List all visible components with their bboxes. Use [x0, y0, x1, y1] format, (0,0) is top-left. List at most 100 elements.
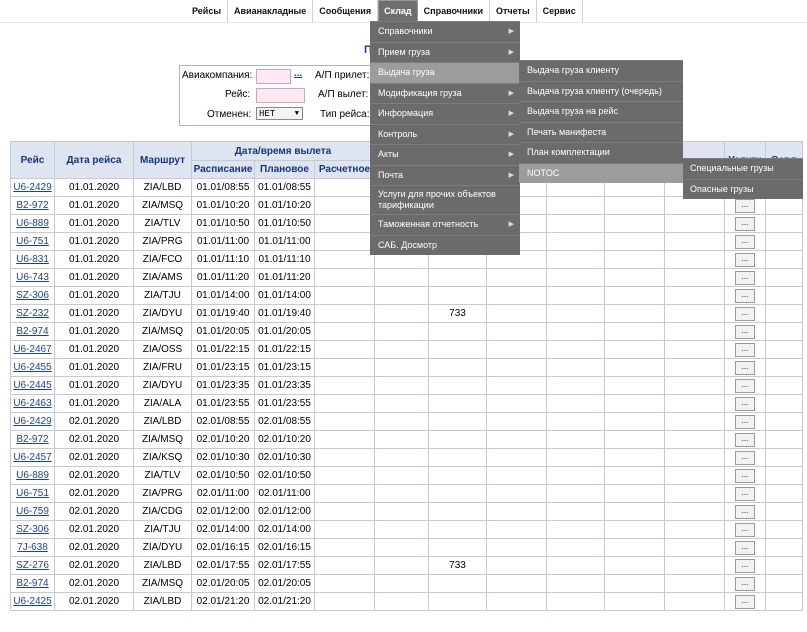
services-button[interactable]: ... — [735, 558, 755, 573]
flight-link[interactable]: SZ-306 — [16, 524, 49, 535]
airline-input[interactable] — [256, 69, 291, 84]
flight-link[interactable]: U6-2457 — [13, 452, 51, 463]
flight-link[interactable]: U6-889 — [16, 470, 49, 481]
col-header-date[interactable]: Дата рейса — [54, 141, 134, 179]
nav-item-5[interactable]: Отчеты — [490, 0, 537, 22]
ap-arrival-label: А/П прилет: — [315, 70, 370, 81]
flight-link[interactable]: U6-751 — [16, 488, 49, 499]
flight-link[interactable]: U6-831 — [16, 254, 49, 265]
flight-link[interactable]: B2-974 — [16, 578, 48, 589]
flight-link[interactable]: 7J-638 — [17, 542, 48, 553]
flight-link[interactable]: SZ-232 — [16, 308, 49, 319]
services-button[interactable]: ... — [735, 360, 755, 375]
services-button[interactable]: ... — [735, 324, 755, 339]
col-header-flight[interactable]: Рейс — [10, 141, 55, 179]
services-button[interactable]: ... — [735, 450, 755, 465]
menu-item-label: Услуги для прочих объектов тарификации — [378, 189, 496, 210]
flight-type-label: Тип рейса: — [320, 109, 370, 120]
services-button[interactable]: ... — [735, 378, 755, 393]
table-row: U6-2455 01.01.2020 ZIA/FRU 01.01/23:15 01.01… — [10, 358, 803, 377]
flight-input[interactable] — [256, 88, 305, 103]
flight-cell: SZ-232 — [10, 304, 55, 323]
menu-item-5[interactable]: Контроль ▶ — [370, 123, 520, 145]
services-button[interactable]: ... — [735, 270, 755, 285]
flight-link[interactable]: U6-759 — [16, 506, 49, 517]
estimated-cell — [314, 502, 375, 521]
services-button[interactable]: ... — [735, 306, 755, 321]
empty-cell — [546, 484, 605, 503]
menu-item-1[interactable]: Прием груза ▶ — [370, 41, 520, 63]
menu-item-4[interactable]: Информация ▶ — [370, 103, 520, 124]
nav-item-1[interactable]: Авианакладные — [228, 0, 314, 22]
menu-item-9[interactable]: Таможенная отчетность ▶ — [370, 214, 520, 235]
services-button[interactable]: ... — [735, 594, 755, 609]
menu-item-7[interactable]: Почта ▶ — [370, 164, 520, 186]
services-button[interactable]: ... — [735, 432, 755, 447]
services-button[interactable]: ... — [735, 486, 755, 501]
flight-link[interactable]: U6-751 — [16, 236, 49, 247]
flight-link[interactable]: B2-974 — [16, 326, 48, 337]
flight-link[interactable]: U6-2429 — [13, 182, 51, 193]
services-button[interactable]: ... — [735, 414, 755, 429]
flight-link[interactable]: U6-889 — [16, 218, 49, 229]
flight-link[interactable]: B2-972 — [16, 434, 48, 445]
route-cell: ZIA/AMS — [133, 268, 192, 287]
services-button[interactable]: ... — [735, 234, 755, 249]
flight-link[interactable]: U6-2445 — [13, 380, 51, 391]
services-cell: ... — [724, 430, 766, 449]
services-button[interactable]: ... — [735, 504, 755, 519]
flight-link[interactable]: U6-743 — [16, 272, 49, 283]
menu-item-3[interactable]: Модификация груза ▶ — [370, 82, 520, 104]
count-cell — [428, 538, 487, 557]
date-cell: 02.01.2020 — [54, 412, 134, 431]
notoc-submenu-item-0[interactable]: Специальные грузы — [683, 158, 803, 179]
services-button[interactable]: ... — [735, 576, 755, 591]
flight-link[interactable]: SZ-306 — [16, 290, 49, 301]
nav-item-3[interactable]: Склад — [378, 0, 418, 22]
planned-cell: 01.01/10:50 — [254, 214, 315, 233]
menu-item-2[interactable]: Выдача груза — [370, 62, 520, 83]
submenu-item-1[interactable]: Выдача груза клиенту (очередь) — [519, 80, 683, 102]
cancelled-select[interactable]: НЕТ ▼ — [256, 107, 303, 120]
submenu-item-0[interactable]: Выдача груза клиенту — [519, 60, 683, 81]
col-header-schedule[interactable]: Расписание — [191, 160, 255, 179]
services-button[interactable]: ... — [735, 540, 755, 555]
col-header-estimated[interactable]: Расчетное — [314, 160, 375, 179]
nav-item-0[interactable]: Рейсы — [186, 0, 229, 22]
submenu-item-5[interactable]: NOTOC — [519, 162, 683, 183]
airline-lookup-link[interactable]: ... — [294, 68, 302, 79]
table-row: B2-972 02.01.2020 ZIA/MSQ 02.01/10:20 02.01/… — [10, 430, 803, 449]
services-button[interactable]: ... — [735, 468, 755, 483]
flight-link[interactable]: U6-2429 — [13, 416, 51, 427]
services-button[interactable]: ... — [735, 288, 755, 303]
flight-link[interactable]: U6-2425 — [13, 596, 51, 607]
menu-item-8[interactable]: Услуги для прочих объектов тарификации — [370, 185, 520, 214]
col-header-planned[interactable]: Плановое — [254, 160, 315, 179]
empty-cell — [374, 448, 429, 467]
submenu-item-2[interactable]: Выдача груза на рейс — [519, 101, 683, 122]
flight-link[interactable]: SZ-276 — [16, 560, 49, 571]
services-button[interactable]: ... — [735, 396, 755, 411]
notoc-submenu-item-1[interactable]: Опасные грузы — [683, 178, 803, 200]
date-cell: 01.01.2020 — [54, 340, 134, 359]
menu-item-6[interactable]: Акты ▶ — [370, 144, 520, 165]
menu-item-0[interactable]: Справочники ▶ — [370, 21, 520, 42]
submenu-item-4[interactable]: План комплектации — [519, 142, 683, 163]
flight-link[interactable]: U6-2455 — [13, 362, 51, 373]
col-header-route[interactable]: Маршрут — [133, 141, 192, 179]
menu-item-label: Акты — [378, 149, 399, 159]
flight-link[interactable]: U6-2463 — [13, 398, 51, 409]
flight-link[interactable]: B2-972 — [16, 200, 48, 211]
services-button[interactable]: ... — [735, 522, 755, 537]
services-button[interactable]: ... — [735, 198, 755, 213]
nav-item-6[interactable]: Сервис — [537, 0, 583, 22]
nav-item-4[interactable]: Справочники — [418, 0, 491, 22]
services-button[interactable]: ... — [735, 342, 755, 357]
flight-link[interactable]: U6-2467 — [13, 344, 51, 355]
services-button[interactable]: ... — [735, 216, 755, 231]
route-cell: ZIA/OSS — [133, 340, 192, 359]
services-button[interactable]: ... — [735, 252, 755, 267]
menu-item-10[interactable]: САБ. Досмотр — [370, 234, 520, 256]
nav-item-2[interactable]: Сообщения — [313, 0, 379, 22]
submenu-item-3[interactable]: Печать манифеста — [519, 121, 683, 143]
